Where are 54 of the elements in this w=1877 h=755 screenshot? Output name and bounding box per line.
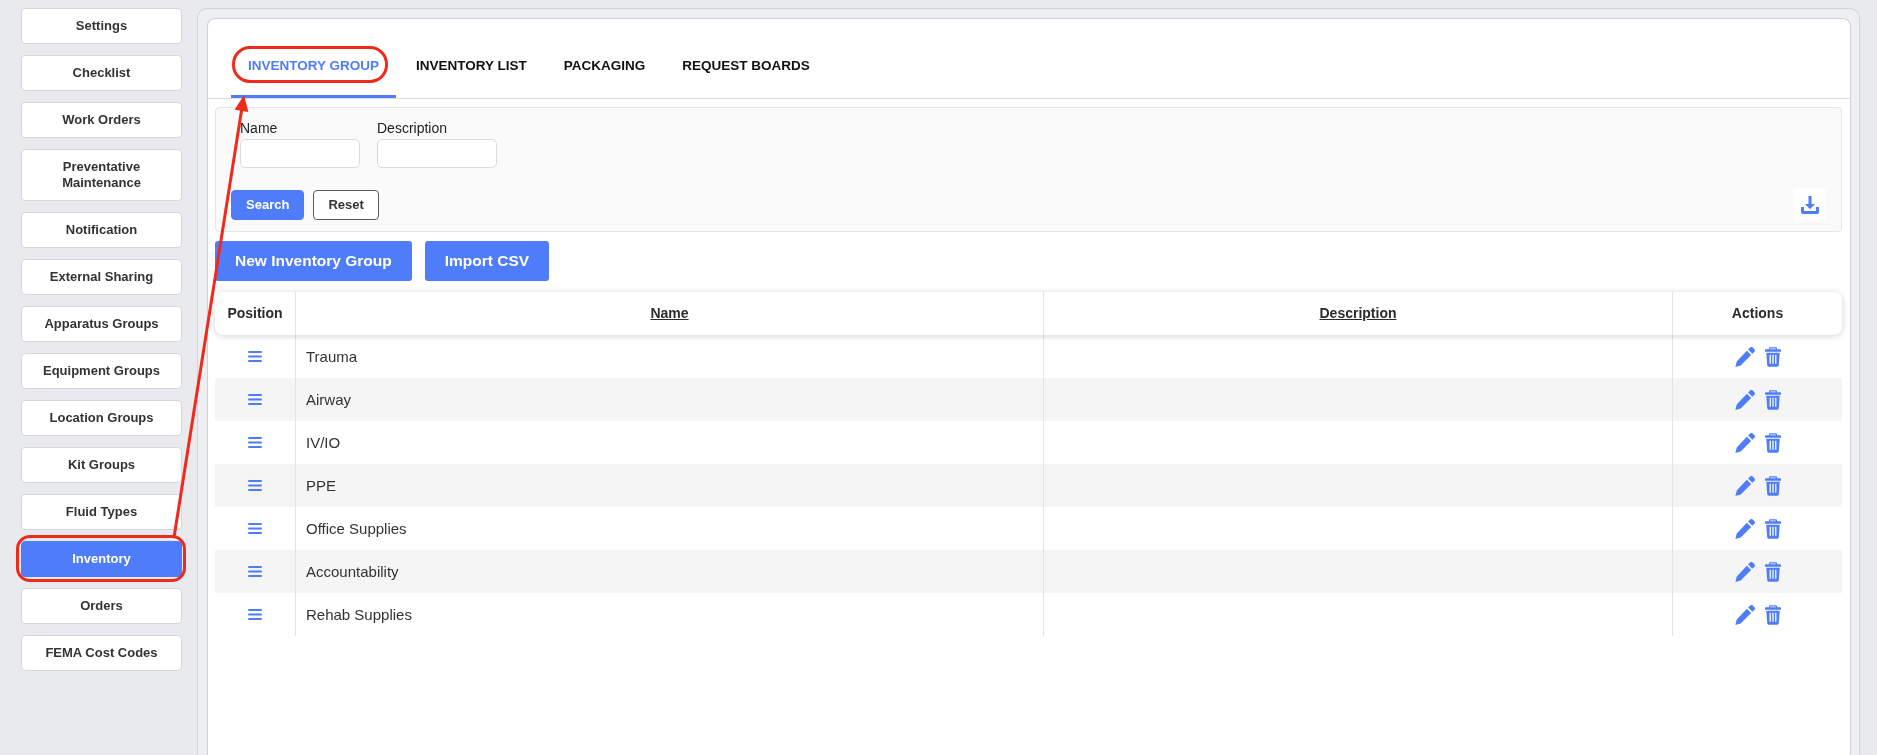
pencil-icon[interactable]: [1734, 346, 1755, 367]
sidebar-item[interactable]: Work Orders: [21, 102, 182, 138]
download-icon[interactable]: [1799, 195, 1820, 214]
sidebar-item[interactable]: Notification: [21, 211, 182, 248]
reset-button[interactable]: Reset: [313, 189, 379, 220]
sidebar-item[interactable]: Apparatus Groups: [21, 305, 182, 342]
pencil-icon[interactable]: [1734, 475, 1755, 496]
table-cell: Rehab Supplies: [295, 593, 1043, 636]
drag-handle-icon[interactable]: [248, 351, 262, 362]
sidebar-item[interactable]: Fluid Types: [21, 493, 182, 530]
sidebar-item[interactable]: Preventative Maintenance: [21, 149, 182, 201]
drag-handle-icon[interactable]: [248, 394, 262, 405]
drag-handle-icon[interactable]: [248, 609, 262, 620]
trash-icon[interactable]: [1764, 475, 1781, 496]
sidebar-item[interactable]: Equipment Groups: [21, 352, 182, 389]
trash-icon[interactable]: [1764, 346, 1781, 367]
sidebar-item[interactable]: External Sharing: [21, 258, 182, 295]
trash-icon[interactable]: [1764, 561, 1781, 582]
sidebar-item[interactable]: Inventory: [21, 540, 182, 577]
sidebar-item[interactable]: Kit Groups: [21, 446, 182, 483]
pencil-icon[interactable]: [1734, 604, 1755, 625]
pencil-icon[interactable]: [1734, 432, 1755, 453]
pencil-icon[interactable]: [1734, 518, 1755, 539]
trash-icon[interactable]: [1764, 389, 1781, 410]
pencil-icon[interactable]: [1734, 561, 1755, 582]
search-button[interactable]: Search: [231, 189, 305, 220]
tab[interactable]: INVENTORY LIST: [399, 46, 544, 98]
drag-handle-icon[interactable]: [248, 480, 262, 491]
tab[interactable]: PACKAGING: [546, 46, 663, 98]
tab[interactable]: REQUEST BOARDS: [665, 46, 827, 98]
pencil-icon[interactable]: [1734, 389, 1755, 410]
drag-handle-icon[interactable]: [248, 566, 262, 577]
column-header[interactable]: Name: [650, 305, 689, 322]
sidebar-item[interactable]: Location Groups: [21, 399, 182, 436]
input-field[interactable]: [377, 139, 497, 168]
input-field[interactable]: [240, 139, 360, 168]
trash-icon[interactable]: [1764, 518, 1781, 539]
action-button[interactable]: New Inventory Group: [215, 241, 412, 281]
drag-handle-icon[interactable]: [248, 523, 262, 534]
download-button[interactable]: [1793, 188, 1826, 221]
trash-icon[interactable]: [1764, 604, 1781, 625]
column-header[interactable]: Description: [1319, 305, 1397, 322]
field-label: Name: [240, 119, 278, 138]
action-button[interactable]: Import CSV: [424, 241, 550, 281]
column-header: Position: [227, 305, 283, 322]
sidebar-item[interactable]: FEMA Cost Codes: [21, 634, 182, 671]
tab[interactable]: INVENTORY GROUP: [231, 46, 397, 98]
sidebar-item[interactable]: Checklist: [21, 55, 182, 91]
sidebar-item[interactable]: Orders: [21, 587, 182, 624]
column-header: Actions: [1731, 305, 1784, 322]
trash-icon[interactable]: [1764, 432, 1781, 453]
drag-handle-icon[interactable]: [248, 437, 262, 448]
field-label: Description: [377, 119, 448, 138]
sidebar-item[interactable]: Settings: [21, 8, 182, 44]
